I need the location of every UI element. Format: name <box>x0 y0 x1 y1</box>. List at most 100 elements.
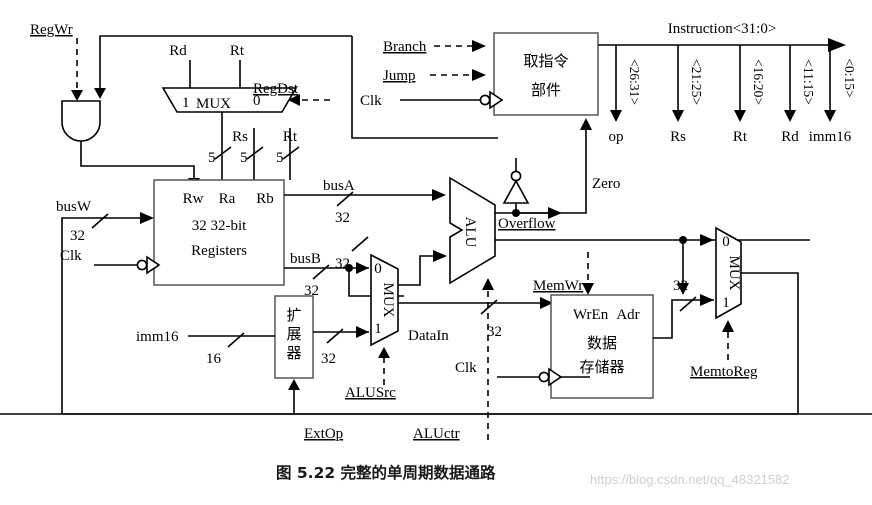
field-name-4: imm16 <box>809 129 852 145</box>
alu-result-width-tick <box>351 236 369 252</box>
extender-glyph-1: 扩 <box>286 306 301 324</box>
inverter-triangle <box>502 179 530 204</box>
alusrc-mux-name: MUX <box>380 282 396 317</box>
ra-width-label: 5 <box>240 150 248 166</box>
aluctr-arrowhead <box>482 278 494 290</box>
rt-input-label: Rt <box>230 43 245 59</box>
memtoreg-mux0-arrowhead <box>700 234 714 246</box>
rw-width-tick <box>214 146 232 160</box>
port-rb-label: Rb <box>256 191 274 207</box>
busw-arrowhead <box>140 212 154 224</box>
memtoreg-arrowhead <box>722 320 734 332</box>
port-adr-label: Adr <box>616 307 639 323</box>
memwr-label: MemWr <box>533 278 583 294</box>
rb-width-label: 5 <box>276 150 284 166</box>
busa-width-tick <box>336 191 354 207</box>
rs-label: Rs <box>232 129 248 145</box>
extender-width-tick <box>326 328 344 344</box>
busw-label: busW <box>56 199 92 215</box>
figure-caption: 图 5.22 完整的单周期数据通路 <box>276 463 496 482</box>
field-bits-3: <11:15> <box>801 59 816 104</box>
regdst-label: RegDst <box>253 81 299 97</box>
imm16-width-label: 16 <box>206 351 222 367</box>
rt-label-2: Rt <box>283 129 298 145</box>
busa-label: busA <box>323 178 355 194</box>
memtoreg-label: MemtoReg <box>690 364 758 380</box>
branch-arrowhead <box>472 40 486 52</box>
overflow-label: Overflow <box>498 216 556 232</box>
rw-width-label: 5 <box>208 150 216 166</box>
memwr-arrowhead <box>582 283 594 295</box>
jump-label: Jump <box>383 68 416 84</box>
zero-label: Zero <box>592 176 620 192</box>
instruction-bus-label: Instruction<31:0> <box>668 21 777 37</box>
datain-width-tick <box>480 299 498 315</box>
memtoreg-mux-sel-0: 0 <box>722 234 730 250</box>
busb-label: busB <box>290 251 321 267</box>
extender-mux1-arrowhead <box>356 326 369 338</box>
fetch-unit-line1: 取指令 <box>523 52 568 70</box>
busa-width-label: 32 <box>335 210 350 226</box>
imm16-width-tick <box>227 332 245 348</box>
field-name-0: op <box>609 129 624 145</box>
memtoreg-mux-name: MUX <box>726 255 742 290</box>
regfile-line1: 32 32-bit <box>192 218 247 234</box>
regwrite-enable-wire <box>80 141 195 178</box>
extender-glyph-3: 器 <box>286 344 301 362</box>
aluctr-label: ALUctr <box>413 426 460 442</box>
field-name-2: Rt <box>733 129 748 145</box>
field-bits-2: <16:20> <box>751 59 766 105</box>
alusrc-mux-sel-0: 0 <box>374 261 382 277</box>
memory-clk-label: Clk <box>455 360 477 376</box>
alu-b-arrowhead <box>433 250 447 262</box>
fetch-unit-box[interactable] <box>493 32 599 116</box>
branch-label: Branch <box>383 39 427 55</box>
regfile-clk-label: Clk <box>60 248 82 264</box>
port-rw-label: Rw <box>183 191 204 207</box>
zero-arrowhead <box>580 118 592 130</box>
ra-width-tick <box>246 146 264 160</box>
regfile-line2: Registers <box>191 243 247 259</box>
rb-width-tick <box>282 146 300 160</box>
memory-output-wire <box>653 299 714 339</box>
field-name-3: Rd <box>781 129 799 145</box>
regdst-mux-name: MUX <box>196 96 231 112</box>
alusrc-arrowhead <box>378 347 390 358</box>
extop-arrowhead <box>288 379 300 390</box>
data-memory-line1: 数据 <box>587 334 617 352</box>
watermark: https://blog.csdn.net/qq_48321582 <box>590 472 790 487</box>
regwr-feedback-wire <box>99 35 352 88</box>
figure-canvas: RegWr Rd Rt 1 MUX 0 RegDst Rs Rt 5 5 5 R… <box>0 0 872 505</box>
port-ra-label: Ra <box>219 191 236 207</box>
extender-width-label: 32 <box>321 351 336 367</box>
fetch-clk-bubble <box>479 94 491 106</box>
datapath-diagram: RegWr Rd Rt 1 MUX 0 RegDst Rs Rt 5 5 5 R… <box>0 21 872 487</box>
data-memory-line2: 存储器 <box>579 358 624 376</box>
instruction-field-labels: <26:31> op <21:25> Rs <16:20> Rt <11:15>… <box>609 58 858 145</box>
and-right-arrowhead <box>94 88 106 99</box>
and-gate <box>61 100 101 142</box>
field-bits-4: <0:15> <box>842 58 857 97</box>
memtoreg-mux-sel-1: 1 <box>722 295 730 311</box>
datain-width-label: 32 <box>487 324 502 340</box>
extender-glyph-2: 展 <box>286 325 301 343</box>
regwr-arrowhead <box>71 90 83 101</box>
jump-arrowhead <box>472 69 486 81</box>
memory-out-width-label: 32 <box>673 278 688 294</box>
inverter-bubble <box>510 170 522 182</box>
busb-width-label: 32 <box>304 283 319 299</box>
extop-label: ExtOp <box>304 426 343 442</box>
busb-width-tick <box>312 264 330 280</box>
busb-mux0-arrowhead <box>356 262 369 274</box>
regwr-label: RegWr <box>30 22 73 38</box>
field-name-1: Rs <box>670 129 686 145</box>
alu-label: ALU <box>462 217 478 248</box>
alusrc-label: ALUSrc <box>345 385 396 401</box>
busa-arrowhead <box>432 189 446 201</box>
memtoreg-mux1-arrowhead <box>700 294 714 306</box>
busw-width-label: 32 <box>70 228 85 244</box>
imm16-label: imm16 <box>136 329 179 345</box>
regdst-mux-sel-1: 1 <box>182 95 190 111</box>
fetch-unit-line2: 部件 <box>531 81 561 99</box>
alu-result-width-label: 32 <box>335 256 350 272</box>
